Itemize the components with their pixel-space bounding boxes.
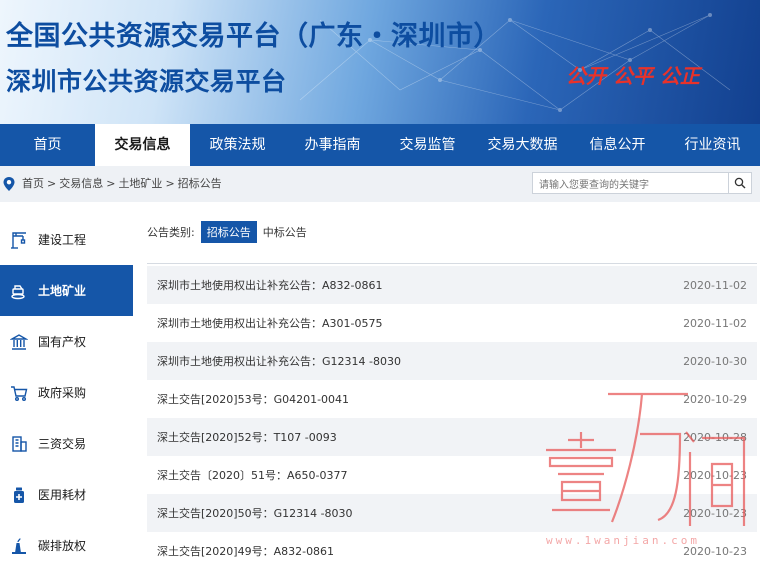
sidebar-item-three-assets[interactable]: 三资交易 bbox=[0, 418, 133, 469]
notice-title[interactable]: 深土交告[2020]50号：G12314 -8030 bbox=[157, 505, 353, 521]
search-box bbox=[532, 172, 752, 196]
sidebar-item-label: 土地矿业 bbox=[38, 284, 87, 298]
breadcrumb: 首页 > 交易信息 > 土地矿业 > 招标公告 bbox=[22, 166, 225, 202]
breadcrumb-current: 招标公告 bbox=[177, 177, 222, 190]
nav-item-big-data[interactable]: 交易大数据 bbox=[475, 124, 570, 166]
notice-date: 2020-10-28 bbox=[683, 430, 747, 444]
notice-date: 2020-10-23 bbox=[683, 468, 747, 482]
breadcrumb-separator: > bbox=[165, 177, 175, 190]
notice-date: 2020-10-29 bbox=[683, 392, 747, 406]
notice-title[interactable]: 深土交告〔2020〕51号：A650-0377 bbox=[157, 467, 347, 483]
filter-label: 公告类别: bbox=[147, 226, 195, 239]
nav-item-disclosure[interactable]: 信息公开 bbox=[570, 124, 665, 166]
header-banner: 全国公共资源交易平台（广东・深圳市） 深圳市公共资源交易平台 公开 公平 公正 bbox=[0, 0, 760, 124]
notice-list: 深圳市土地使用权出让补充公告：A832-0861 2020-11-02 深圳市土地… bbox=[147, 266, 757, 570]
search-button[interactable] bbox=[728, 173, 751, 193]
sidebar-item-medical-supplies[interactable]: 医用耗材 bbox=[0, 469, 133, 520]
sidebar-item-label: 碳排放权 bbox=[38, 539, 87, 553]
category-filter: 公告类别: 招标公告 中标公告 bbox=[147, 221, 313, 243]
notice-date: 2020-10-23 bbox=[683, 506, 747, 520]
site-title: 全国公共资源交易平台（广东・深圳市） bbox=[6, 21, 501, 52]
sidebar-item-label: 三资交易 bbox=[38, 437, 87, 451]
breadcrumb-trade-info[interactable]: 交易信息 bbox=[59, 177, 103, 190]
nav-item-supervision[interactable]: 交易监管 bbox=[380, 124, 475, 166]
list-item[interactable]: 深圳市土地使用权出让补充公告：A301-0575 2020-11-02 bbox=[147, 304, 757, 342]
list-item[interactable]: 深圳市土地使用权出让补充公告：A832-0861 2020-11-02 bbox=[147, 266, 757, 304]
notice-title[interactable]: 深圳市土地使用权出让补充公告：G12314 -8030 bbox=[157, 353, 401, 369]
search-icon bbox=[734, 177, 746, 189]
filter-tender-notice[interactable]: 招标公告 bbox=[200, 221, 257, 243]
factory-icon bbox=[10, 537, 28, 555]
site-subtitle: 深圳市公共资源交易平台 bbox=[6, 67, 287, 96]
excavator-icon bbox=[10, 282, 28, 300]
nav-item-trade-info[interactable]: 交易信息 bbox=[95, 124, 190, 166]
sidebar-item-label: 国有产权 bbox=[38, 335, 87, 349]
notice-title[interactable]: 深土交告[2020]49号：A832-0861 bbox=[157, 543, 334, 559]
notice-date: 2020-11-02 bbox=[683, 278, 747, 292]
cart-icon bbox=[10, 384, 28, 402]
breadcrumb-separator: > bbox=[106, 177, 116, 190]
list-item[interactable]: 深土交告[2020]50号：G12314 -8030 2020-10-23 bbox=[147, 494, 757, 532]
breadcrumb-home[interactable]: 首页 bbox=[22, 177, 44, 190]
notice-title[interactable]: 深土交告[2020]52号：T107 -0093 bbox=[157, 429, 337, 445]
sidebar-item-label: 医用耗材 bbox=[38, 488, 87, 502]
notice-title[interactable]: 深圳市土地使用权出让补充公告：A301-0575 bbox=[157, 315, 382, 331]
list-item[interactable]: 深圳市土地使用权出让补充公告：G12314 -8030 2020-10-30 bbox=[147, 342, 757, 380]
breadcrumb-separator: > bbox=[47, 177, 57, 190]
building-icon bbox=[10, 435, 28, 453]
sidebar-item-land-mining[interactable]: 土地矿业 bbox=[0, 265, 133, 316]
list-item[interactable]: 深土交告[2020]49号：A832-0861 2020-10-23 bbox=[147, 532, 757, 570]
notice-title[interactable]: 深土交告[2020]53号：G04201-0041 bbox=[157, 391, 349, 407]
sidebar-item-state-property[interactable]: 国有产权 bbox=[0, 316, 133, 367]
filter-award-notice[interactable]: 中标公告 bbox=[257, 221, 313, 243]
divider bbox=[147, 263, 757, 264]
nav-item-home[interactable]: 首页 bbox=[0, 124, 95, 166]
list-item[interactable]: 深土交告[2020]53号：G04201-0041 2020-10-29 bbox=[147, 380, 757, 418]
list-item[interactable]: 深土交告〔2020〕51号：A650-0377 2020-10-23 bbox=[147, 456, 757, 494]
sidebar-item-label: 政府采购 bbox=[38, 386, 87, 400]
sidebar-item-label: 建设工程 bbox=[38, 233, 87, 247]
list-item[interactable]: 深土交告[2020]52号：T107 -0093 2020-10-28 bbox=[147, 418, 757, 456]
sidebar: 建设工程 土地矿业 国有产权 政府采购 三资交易 医用耗材 碳排放权 bbox=[0, 214, 133, 571]
notice-date: 2020-10-23 bbox=[683, 544, 747, 558]
notice-title[interactable]: 深圳市土地使用权出让补充公告：A832-0861 bbox=[157, 277, 382, 293]
bank-icon bbox=[10, 333, 28, 351]
main-nav: 首页 交易信息 政策法规 办事指南 交易监管 交易大数据 信息公开 行业资讯 bbox=[0, 124, 760, 166]
location-pin-icon bbox=[3, 177, 15, 191]
crane-icon bbox=[10, 231, 28, 249]
notice-date: 2020-10-30 bbox=[683, 354, 747, 368]
sidebar-item-construction[interactable]: 建设工程 bbox=[0, 214, 133, 265]
sidebar-item-carbon-emission[interactable]: 碳排放权 bbox=[0, 520, 133, 571]
slogan: 公开 公平 公正 bbox=[566, 64, 700, 88]
medicine-icon bbox=[10, 486, 28, 504]
nav-item-guide[interactable]: 办事指南 bbox=[285, 124, 380, 166]
search-input[interactable] bbox=[533, 175, 735, 196]
nav-item-news[interactable]: 行业资讯 bbox=[665, 124, 760, 166]
notice-date: 2020-11-02 bbox=[683, 316, 747, 330]
nav-item-policy[interactable]: 政策法规 bbox=[190, 124, 285, 166]
breadcrumb-land-mining[interactable]: 土地矿业 bbox=[118, 177, 162, 190]
sidebar-item-gov-procurement[interactable]: 政府采购 bbox=[0, 367, 133, 418]
